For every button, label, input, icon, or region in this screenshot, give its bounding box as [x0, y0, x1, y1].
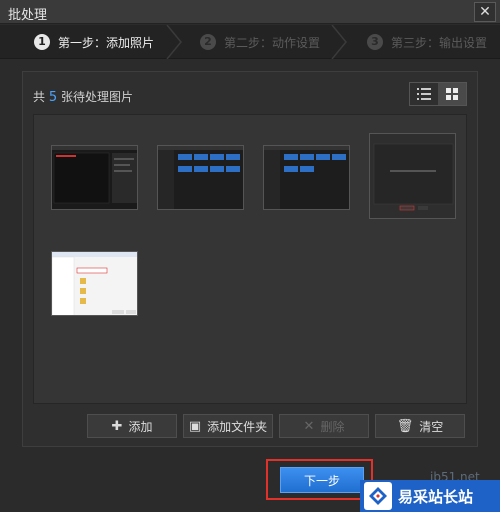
delete-icon: ✕ [303, 418, 315, 434]
next-step-button[interactable]: 下一步 [280, 467, 364, 493]
step-1-label: 第一步：添加照片 [58, 35, 155, 50]
step-1-number: 1 [34, 34, 50, 50]
pending-count-value: 5 [48, 90, 58, 105]
chevron-right-icon [166, 25, 182, 59]
trash-icon: 🗑 [396, 418, 414, 434]
title-bar: 批处理 ✕ [0, 0, 500, 24]
folder-add-icon: ▣ [188, 418, 202, 434]
step-2: 2 第二步：动作设置 [200, 25, 320, 59]
step-3-number: 3 [367, 34, 383, 50]
pending-count: 共 5 张待处理图片 [33, 90, 133, 105]
step-3: 3 第三步：输出设置 [367, 25, 487, 59]
photo-thumbnail-2[interactable] [157, 145, 244, 210]
close-button[interactable]: ✕ [474, 2, 496, 22]
grid-view-icon [446, 88, 458, 100]
chevron-right-icon [331, 25, 347, 59]
watermark-brand: 易采站长站 [398, 487, 474, 506]
thumbnail-grid [33, 114, 467, 404]
screenshot-thumbnail [264, 146, 349, 209]
clear-button[interactable]: 🗑 清空 [375, 414, 465, 438]
step-3-label: 第三步：输出设置 [391, 35, 488, 50]
step-1: 1 第一步：添加照片 [34, 25, 154, 59]
step-2-number: 2 [200, 34, 216, 50]
photo-thumbnail-3[interactable] [263, 145, 350, 210]
step-2-label: 第二步：动作设置 [224, 35, 321, 50]
brand-logo-icon [364, 482, 392, 510]
view-toggle [409, 82, 467, 106]
screenshot-thumbnail [370, 134, 455, 218]
screenshot-thumbnail [52, 252, 137, 315]
plus-icon: ✚ [111, 418, 123, 434]
photo-thumbnail-5[interactable] [51, 251, 138, 316]
photo-panel: 共 5 张待处理图片 ✚ 添加 ▣ 添加文件夹 ✕ 删除 🗑 清空 [22, 71, 478, 447]
photo-thumbnail-4[interactable] [369, 133, 456, 219]
delete-button[interactable]: ✕ 删除 [279, 414, 369, 438]
list-view-icon [417, 88, 431, 100]
add-button[interactable]: ✚ 添加 [87, 414, 177, 438]
action-bar: ✚ 添加 ▣ 添加文件夹 ✕ 删除 🗑 清空 [87, 414, 465, 438]
add-folder-button[interactable]: ▣ 添加文件夹 [183, 414, 273, 438]
screenshot-thumbnail [52, 146, 137, 209]
list-view-button[interactable] [410, 83, 438, 105]
grid-view-button[interactable] [438, 83, 466, 105]
watermark-logo: 易采站长站 [360, 480, 500, 512]
step-bar: 1 第一步：添加照片 2 第二步：动作设置 3 第三步：输出设置 [0, 25, 500, 59]
photo-thumbnail-1[interactable] [51, 145, 138, 210]
screenshot-thumbnail [158, 146, 243, 209]
close-icon: ✕ [479, 4, 491, 20]
window-title: 批处理 [8, 8, 48, 23]
